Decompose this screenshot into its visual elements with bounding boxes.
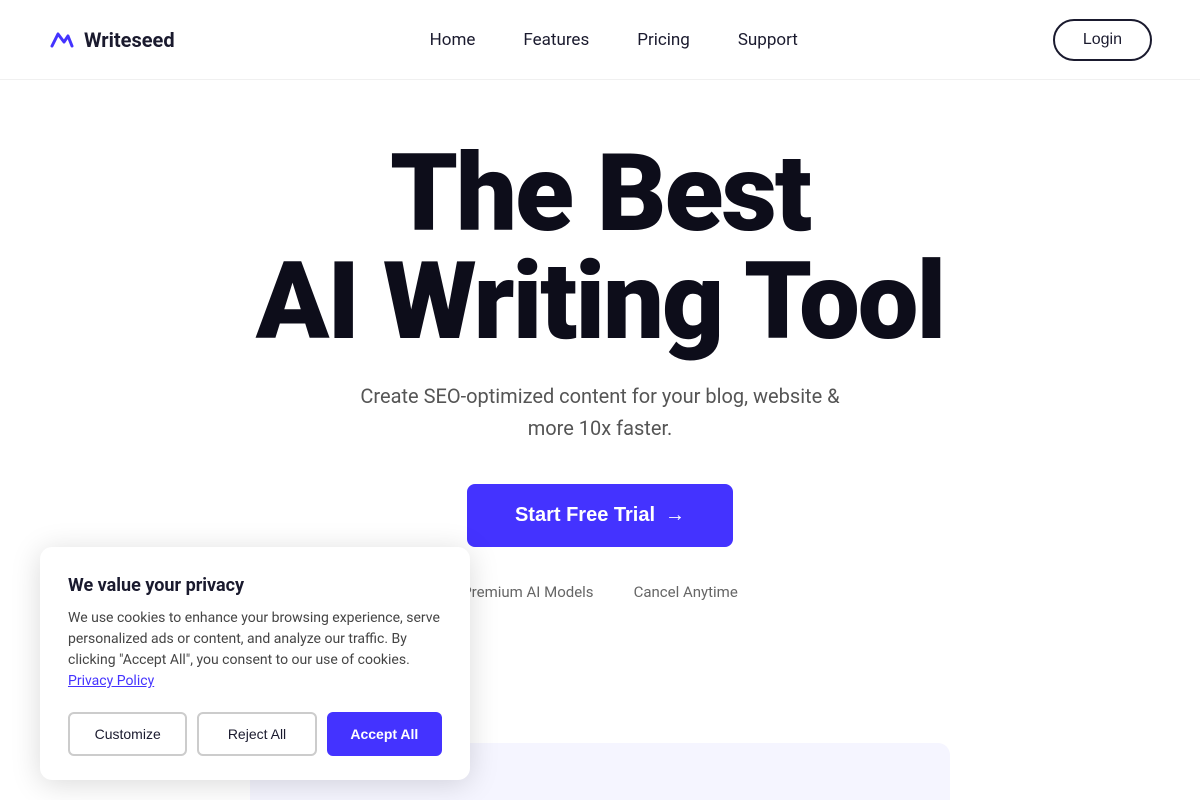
reject-all-button[interactable]: Reject All [197, 712, 316, 756]
cookie-buttons: Customize Reject All Accept All [68, 712, 442, 756]
feature-cancel: Cancel Anytime [634, 583, 738, 601]
logo-icon [48, 26, 76, 54]
hero-title: The Best AI Writing Tool [256, 140, 944, 356]
header: Writeseed Home Features Pricing Support … [0, 0, 1200, 80]
cookie-title: We value your privacy [68, 575, 442, 596]
main-nav: Home Features Pricing Support [430, 30, 798, 50]
logo[interactable]: Writeseed [48, 26, 175, 54]
hero-subtitle: Create SEO-optimized content for your bl… [360, 380, 839, 444]
customize-button[interactable]: Customize [68, 712, 187, 756]
hero-features: Premium AI Models Cancel Anytime [462, 583, 738, 601]
nav-pricing[interactable]: Pricing [637, 30, 690, 50]
hero-title-line2: AI Writing Tool [256, 239, 944, 365]
cta-arrow-icon: → [665, 504, 685, 527]
cta-button[interactable]: Start Free Trial → [467, 484, 733, 547]
cookie-banner: We value your privacy We use cookies to … [40, 547, 470, 780]
cta-label: Start Free Trial [515, 504, 655, 527]
cookie-body: We use cookies to enhance your browsing … [68, 608, 442, 692]
login-button[interactable]: Login [1053, 19, 1152, 61]
accept-all-button[interactable]: Accept All [327, 712, 442, 756]
hero-section: The Best AI Writing Tool Create SEO-opti… [0, 80, 1200, 601]
feature-ai-models: Premium AI Models [462, 583, 593, 601]
logo-text: Writeseed [84, 28, 175, 52]
nav-home[interactable]: Home [430, 30, 476, 50]
nav-support[interactable]: Support [738, 30, 798, 50]
privacy-policy-link[interactable]: Privacy Policy [68, 673, 154, 689]
nav-features[interactable]: Features [523, 30, 589, 50]
